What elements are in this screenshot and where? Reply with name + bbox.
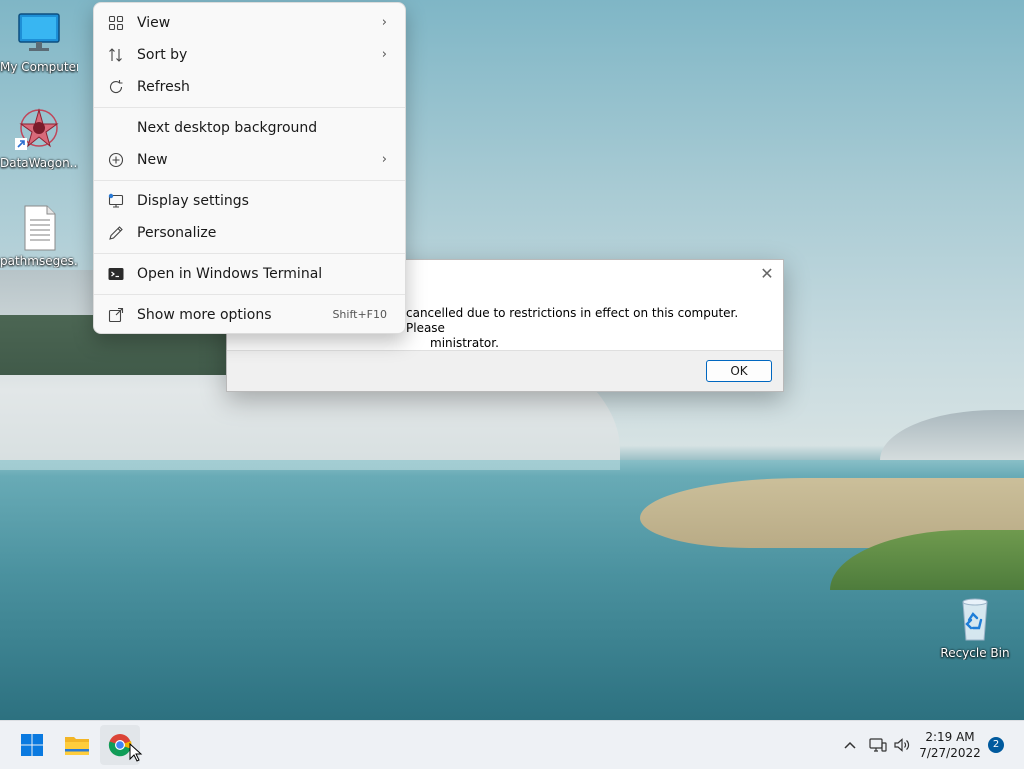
chevron-right-icon: ›: [381, 47, 387, 62]
close-icon[interactable]: ✕: [759, 264, 775, 284]
desktop-icon-datawagon[interactable]: DataWagon...: [0, 106, 78, 170]
menu-item-label: New: [137, 152, 168, 168]
start-button[interactable]: [12, 725, 52, 765]
menu-item-label: Personalize: [137, 225, 217, 241]
sort-icon: [108, 47, 124, 63]
datawagon-app-icon: [15, 106, 63, 154]
menu-item-label: Show more options: [137, 307, 272, 323]
menu-separator: [94, 107, 405, 108]
menu-item-new[interactable]: New ›: [98, 145, 401, 175]
menu-item-label: Open in Windows Terminal: [137, 266, 323, 282]
menu-item-view[interactable]: View ›: [98, 8, 401, 38]
menu-item-sort-by[interactable]: Sort by ›: [98, 40, 401, 70]
chevron-right-icon: ›: [381, 15, 387, 30]
menu-separator: [94, 180, 405, 181]
taskbar-clock[interactable]: 2:19 AM 7/27/2022: [915, 729, 985, 761]
menu-item-open-in-windows-terminal[interactable]: Open in Windows Terminal: [98, 259, 401, 289]
notification-badge[interactable]: 2: [988, 737, 1004, 753]
menu-item-show-more-options[interactable]: Show more options Shift+F10: [98, 300, 401, 330]
taskbar-file-explorer[interactable]: [57, 725, 97, 765]
windows-logo-icon: [21, 734, 43, 756]
menu-item-label: Next desktop background: [137, 120, 318, 136]
refresh-icon: [108, 79, 124, 95]
monitor-icon: [15, 10, 63, 58]
menu-item-label: Refresh: [137, 79, 190, 95]
menu-item-label: Sort by: [137, 47, 188, 63]
clock-date: 7/27/2022: [919, 746, 981, 760]
pen-icon: [108, 225, 124, 241]
menu-item-label: View: [137, 15, 171, 31]
display-icon: [108, 193, 124, 209]
taskbar: 2:19 AM 7/27/2022 2: [0, 720, 1024, 769]
desktop-icon-recycle-bin[interactable]: Recycle Bin: [936, 596, 1014, 660]
recycle-bin-icon: [951, 596, 999, 644]
plus-circle-icon: [108, 152, 124, 168]
volume-icon[interactable]: [892, 735, 912, 755]
menu-item-refresh[interactable]: Refresh: [98, 72, 401, 102]
chevron-right-icon: ›: [381, 152, 387, 167]
dialog-footer: OK: [227, 350, 783, 391]
text-file-icon: [15, 204, 63, 252]
menu-separator: [94, 294, 405, 295]
dialog-message-line-2: ministrator.: [430, 336, 499, 350]
menu-item-label: Display settings: [137, 193, 249, 209]
network-icon[interactable]: [868, 735, 888, 755]
desktop-icon-label: DataWagon...: [0, 156, 78, 170]
menu-separator: [94, 253, 405, 254]
share-icon: [108, 307, 124, 323]
menu-item-next-desktop-background[interactable]: Next desktop background: [98, 113, 401, 143]
show-hidden-icons-chevron-icon[interactable]: [840, 735, 860, 755]
shortcut-label: Shift+F10: [332, 308, 387, 321]
folder-icon: [65, 737, 89, 755]
ok-button[interactable]: OK: [706, 360, 772, 382]
menu-item-display-settings[interactable]: Display settings: [98, 186, 401, 216]
desktop-icon-label: pathmseges...: [0, 254, 78, 268]
desktop-icon-label: Recycle Bin: [940, 646, 1010, 660]
desktop-icon-pathmseges[interactable]: pathmseges...: [0, 204, 78, 268]
mouse-cursor-icon: [129, 743, 143, 762]
desktop-context-menu: View › Sort by › Refresh Next desktop ba…: [93, 2, 406, 334]
taskbar-chrome[interactable]: [100, 725, 143, 765]
menu-item-personalize[interactable]: Personalize: [98, 218, 401, 248]
grid-icon: [108, 15, 124, 31]
terminal-icon: [108, 266, 124, 282]
desktop-icon-my-computer[interactable]: My Computer: [0, 10, 78, 74]
clock-time: 2:19 AM: [925, 730, 975, 744]
desktop-icon-label: My Computer: [0, 60, 78, 74]
